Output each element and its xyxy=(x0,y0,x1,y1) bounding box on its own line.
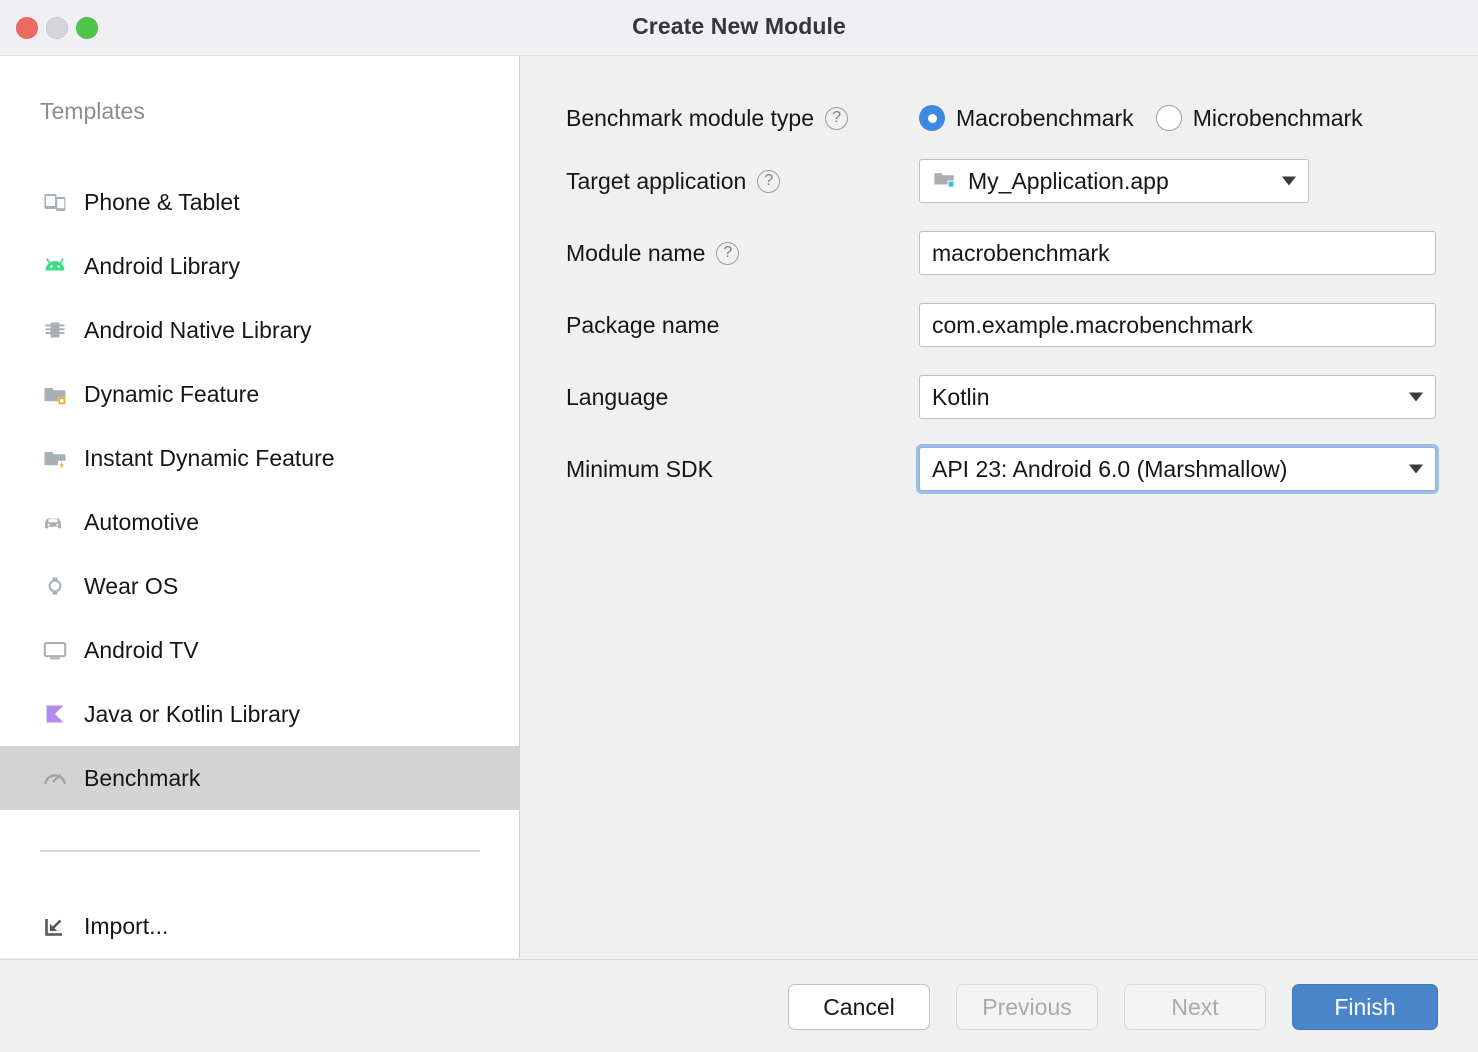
kotlin-k-icon xyxy=(40,699,70,729)
target-application-value: My_Application.app xyxy=(968,168,1169,195)
sidebar-item-label: Android Native Library xyxy=(84,317,312,344)
radio-macrobenchmark[interactable]: Macrobenchmark xyxy=(919,105,1134,132)
module-name-value: macrobenchmark xyxy=(932,240,1110,267)
package-name-row: Package name com.example.macrobenchmark xyxy=(521,305,1478,345)
sidebar-item-automotive[interactable]: Automotive xyxy=(0,490,519,554)
sidebar-item-instant-dynamic-feature[interactable]: Instant Dynamic Feature xyxy=(0,426,519,490)
templates-heading: Templates xyxy=(40,98,145,125)
tv-icon xyxy=(40,635,70,665)
sidebar-item-label: Android TV xyxy=(84,637,199,664)
language-dropdown[interactable]: Kotlin xyxy=(919,375,1436,419)
sidebar-item-label: Android Library xyxy=(84,253,240,280)
help-icon[interactable]: ? xyxy=(757,170,780,193)
folder-orange-square-icon xyxy=(40,379,70,409)
car-icon xyxy=(40,507,70,537)
sidebar-item-phone-tablet[interactable]: Phone & Tablet xyxy=(0,170,519,234)
dialog-buttons: Cancel Previous Next Finish xyxy=(788,984,1438,1030)
help-icon[interactable]: ? xyxy=(716,242,739,265)
sidebar-item-label: Phone & Tablet xyxy=(84,189,240,216)
chevron-down-icon xyxy=(1409,465,1423,474)
sidebar-item-wear-os[interactable]: Wear OS xyxy=(0,554,519,618)
sidebar-item-android-native-library[interactable]: Android Native Library xyxy=(0,298,519,362)
module-name-input[interactable]: macrobenchmark xyxy=(919,231,1436,275)
language-label: Language xyxy=(566,384,668,411)
benchmark-module-type-row: Benchmark module type ? Macrobenchmark M… xyxy=(521,98,1478,138)
android-robot-icon xyxy=(40,251,70,281)
sidebar-item-label: Wear OS xyxy=(84,573,178,600)
sidebar-item-android-library[interactable]: Android Library xyxy=(0,234,519,298)
radio-selected-icon xyxy=(919,105,945,131)
package-name-label: Package name xyxy=(566,312,719,339)
sidebar-item-benchmark[interactable]: Benchmark xyxy=(0,746,519,810)
folder-orange-bolt-icon xyxy=(40,443,70,473)
chevron-down-icon xyxy=(1282,177,1296,186)
next-button: Next xyxy=(1124,984,1266,1030)
package-name-input[interactable]: com.example.macrobenchmark xyxy=(919,303,1436,347)
sidebar-item-label: Benchmark xyxy=(84,765,200,792)
language-row: Language Kotlin xyxy=(521,377,1478,417)
folder-blue-square-icon xyxy=(932,169,958,193)
sidebar-item-label: Dynamic Feature xyxy=(84,381,259,408)
module-name-row: Module name ? macrobenchmark xyxy=(521,233,1478,273)
finish-button[interactable]: Finish xyxy=(1292,984,1438,1030)
watch-icon xyxy=(40,571,70,601)
title-bar: Create New Module xyxy=(0,0,1478,56)
radio-unselected-icon xyxy=(1156,105,1182,131)
radio-microbenchmark[interactable]: Microbenchmark xyxy=(1156,105,1363,132)
create-new-module-dialog: Create New Module Templates Phone & Tabl… xyxy=(0,0,1478,1052)
speedometer-icon xyxy=(40,763,70,793)
sidebar-item-dynamic-feature[interactable]: Dynamic Feature xyxy=(0,362,519,426)
sidebar-item-label: Instant Dynamic Feature xyxy=(84,445,335,472)
sidebar-item-label: Import... xyxy=(84,913,168,940)
minimum-sdk-label: Minimum SDK xyxy=(566,456,713,483)
benchmark-module-type-label: Benchmark module type ? xyxy=(566,105,848,132)
target-application-label: Target application ? xyxy=(566,168,780,195)
templates-sidebar: Templates Phone & Tablet xyxy=(0,56,520,958)
language-value: Kotlin xyxy=(932,384,990,411)
benchmark-module-type-radios: Macrobenchmark Microbenchmark xyxy=(919,98,1363,138)
sidebar-item-import[interactable]: Import... xyxy=(0,894,519,958)
module-name-label: Module name ? xyxy=(566,240,739,267)
sidebar-item-label: Automotive xyxy=(84,509,199,536)
sidebar-item-android-tv[interactable]: Android TV xyxy=(0,618,519,682)
chip-icon xyxy=(40,315,70,345)
dialog-title: Create New Module xyxy=(0,13,1478,40)
target-application-row: Target application ? My_Application.app xyxy=(521,161,1478,201)
phone-tablet-icon xyxy=(40,187,70,217)
templates-list: Phone & Tablet Android Library xyxy=(0,170,519,810)
sidebar-item-java-or-kotlin-library[interactable]: Java or Kotlin Library xyxy=(0,682,519,746)
sidebar-item-label: Java or Kotlin Library xyxy=(84,701,300,728)
chevron-down-icon xyxy=(1409,393,1423,402)
minimum-sdk-row: Minimum SDK API 23: Android 6.0 (Marshma… xyxy=(521,449,1478,489)
sidebar-divider xyxy=(40,850,480,852)
import-arrow-icon xyxy=(40,911,70,941)
radio-label: Macrobenchmark xyxy=(956,105,1134,132)
target-application-dropdown[interactable]: My_Application.app xyxy=(919,159,1309,203)
dialog-footer: Cancel Previous Next Finish xyxy=(0,959,1478,1052)
package-name-value: com.example.macrobenchmark xyxy=(932,312,1253,339)
previous-button: Previous xyxy=(956,984,1098,1030)
minimum-sdk-value: API 23: Android 6.0 (Marshmallow) xyxy=(932,456,1287,483)
radio-label: Microbenchmark xyxy=(1193,105,1363,132)
cancel-button[interactable]: Cancel xyxy=(788,984,930,1030)
help-icon[interactable]: ? xyxy=(825,107,848,130)
module-config-form: Benchmark module type ? Macrobenchmark M… xyxy=(521,56,1478,958)
minimum-sdk-dropdown[interactable]: API 23: Android 6.0 (Marshmallow) xyxy=(919,447,1436,491)
